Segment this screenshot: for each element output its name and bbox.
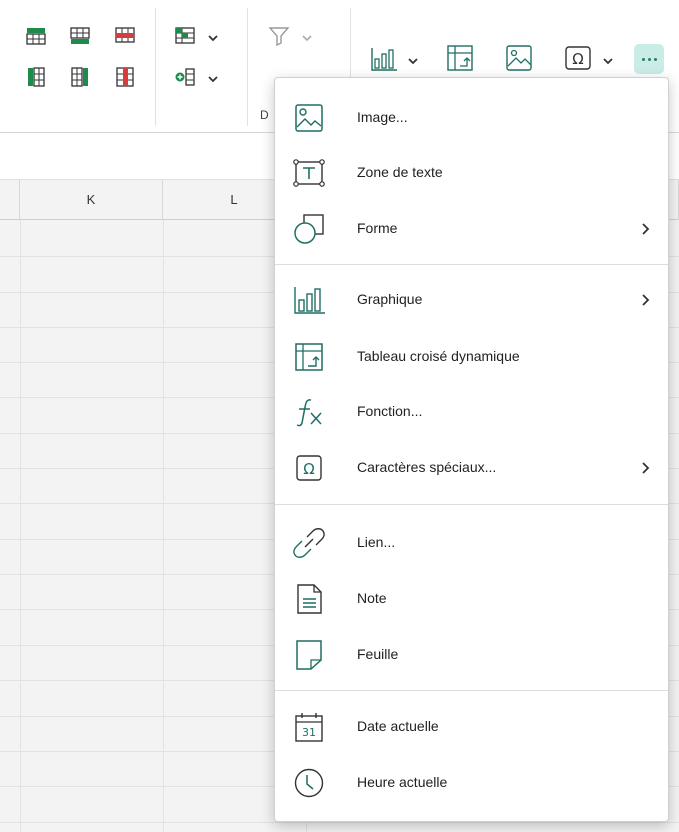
menu-item-shape[interactable]: Forme — [275, 206, 668, 252]
menu-item-label: Heure actuelle — [357, 774, 448, 790]
column-header-k[interactable]: K — [20, 180, 163, 220]
menu-item-function[interactable]: Fonction... — [275, 389, 668, 435]
insert-column-right-icon[interactable] — [69, 66, 91, 88]
column-header-prev[interactable] — [0, 180, 20, 220]
more-dots-icon — [641, 57, 645, 61]
svg-text:Ω: Ω — [303, 460, 314, 478]
pivot-table-icon — [292, 340, 326, 374]
menu-item-label: Feuille — [357, 646, 399, 662]
menu-item-label: Image... — [357, 109, 408, 125]
menu-item-label: Tableau croisé dynamique — [357, 348, 520, 364]
menu-item-text-box[interactable]: Zone de texte — [275, 150, 668, 196]
grid-column-line — [20, 220, 21, 832]
chevron-right-icon — [640, 461, 650, 475]
chevron-down-icon[interactable] — [207, 72, 219, 84]
ribbon-group-label: D — [260, 108, 269, 122]
svg-text:Ω: Ω — [572, 50, 583, 68]
chart-icon[interactable] — [370, 46, 398, 72]
menu-item-current-date[interactable]: 31 Date actuelle — [275, 704, 668, 750]
text-box-icon — [292, 156, 326, 190]
chart-icon — [292, 283, 326, 317]
menu-item-link[interactable]: Lien... — [275, 520, 668, 566]
insert-column-left-icon[interactable] — [25, 66, 47, 88]
ribbon-separator — [247, 8, 248, 126]
chevron-down-icon[interactable] — [602, 54, 614, 66]
chevron-down-icon — [301, 31, 313, 43]
special-characters-icon: Ω — [292, 451, 326, 485]
delete-column-icon[interactable] — [114, 66, 136, 88]
menu-item-label: Date actuelle — [357, 718, 439, 734]
note-icon — [292, 582, 326, 616]
menu-item-label: Zone de texte — [357, 164, 443, 180]
grid-row-line — [0, 822, 679, 823]
menu-separator — [275, 264, 668, 265]
chevron-down-icon[interactable] — [207, 31, 219, 43]
insert-row-above-icon[interactable] — [25, 25, 47, 47]
shape-icon — [292, 212, 326, 246]
image-icon[interactable] — [505, 44, 533, 72]
menu-item-label: Caractères spéciaux... — [357, 459, 497, 475]
function-icon — [292, 395, 326, 429]
more-options-button[interactable] — [634, 44, 664, 74]
insert-table-column-icon[interactable] — [174, 66, 196, 88]
special-characters-icon[interactable]: Ω — [564, 44, 592, 72]
menu-item-image[interactable]: Image... — [275, 95, 668, 141]
chevron-right-icon — [640, 222, 650, 236]
menu-item-label: Graphique — [357, 291, 423, 307]
calendar-icon: 31 — [292, 710, 326, 744]
menu-item-label: Note — [357, 590, 387, 606]
calendar-day: 31 — [302, 726, 316, 739]
menu-item-label: Fonction... — [357, 403, 423, 419]
menu-item-current-time[interactable]: Heure actuelle — [275, 760, 668, 806]
menu-item-sheet[interactable]: Feuille — [275, 632, 668, 678]
chevron-down-icon[interactable] — [407, 54, 419, 66]
menu-separator — [275, 504, 668, 505]
grid-column-line — [163, 220, 164, 832]
chevron-right-icon — [640, 293, 650, 307]
menu-item-label: Forme — [357, 220, 398, 236]
menu-item-label: Lien... — [357, 534, 396, 550]
insert-cells-icon[interactable] — [174, 25, 196, 47]
menu-item-pivot-table[interactable]: Tableau croisé dynamique — [275, 334, 668, 380]
menu-item-chart[interactable]: Graphique — [275, 277, 668, 323]
sheet-icon — [292, 638, 326, 672]
pivot-table-icon[interactable] — [446, 44, 474, 72]
more-dots-icon — [647, 57, 651, 61]
link-icon — [292, 526, 326, 560]
insert-row-below-icon[interactable] — [69, 25, 91, 47]
menu-item-special-characters[interactable]: Ω Caractères spéciaux... — [275, 445, 668, 491]
filter-icon[interactable] — [268, 25, 290, 47]
menu-item-note[interactable]: Note — [275, 576, 668, 622]
insert-dropdown-menu: Image... Zone de texte Forme Graphique T… — [274, 77, 669, 822]
more-dots-icon — [653, 57, 657, 61]
menu-separator — [275, 690, 668, 691]
clock-icon — [292, 766, 326, 800]
delete-row-icon[interactable] — [114, 25, 136, 47]
image-icon — [292, 101, 326, 135]
ribbon-separator — [155, 8, 156, 126]
